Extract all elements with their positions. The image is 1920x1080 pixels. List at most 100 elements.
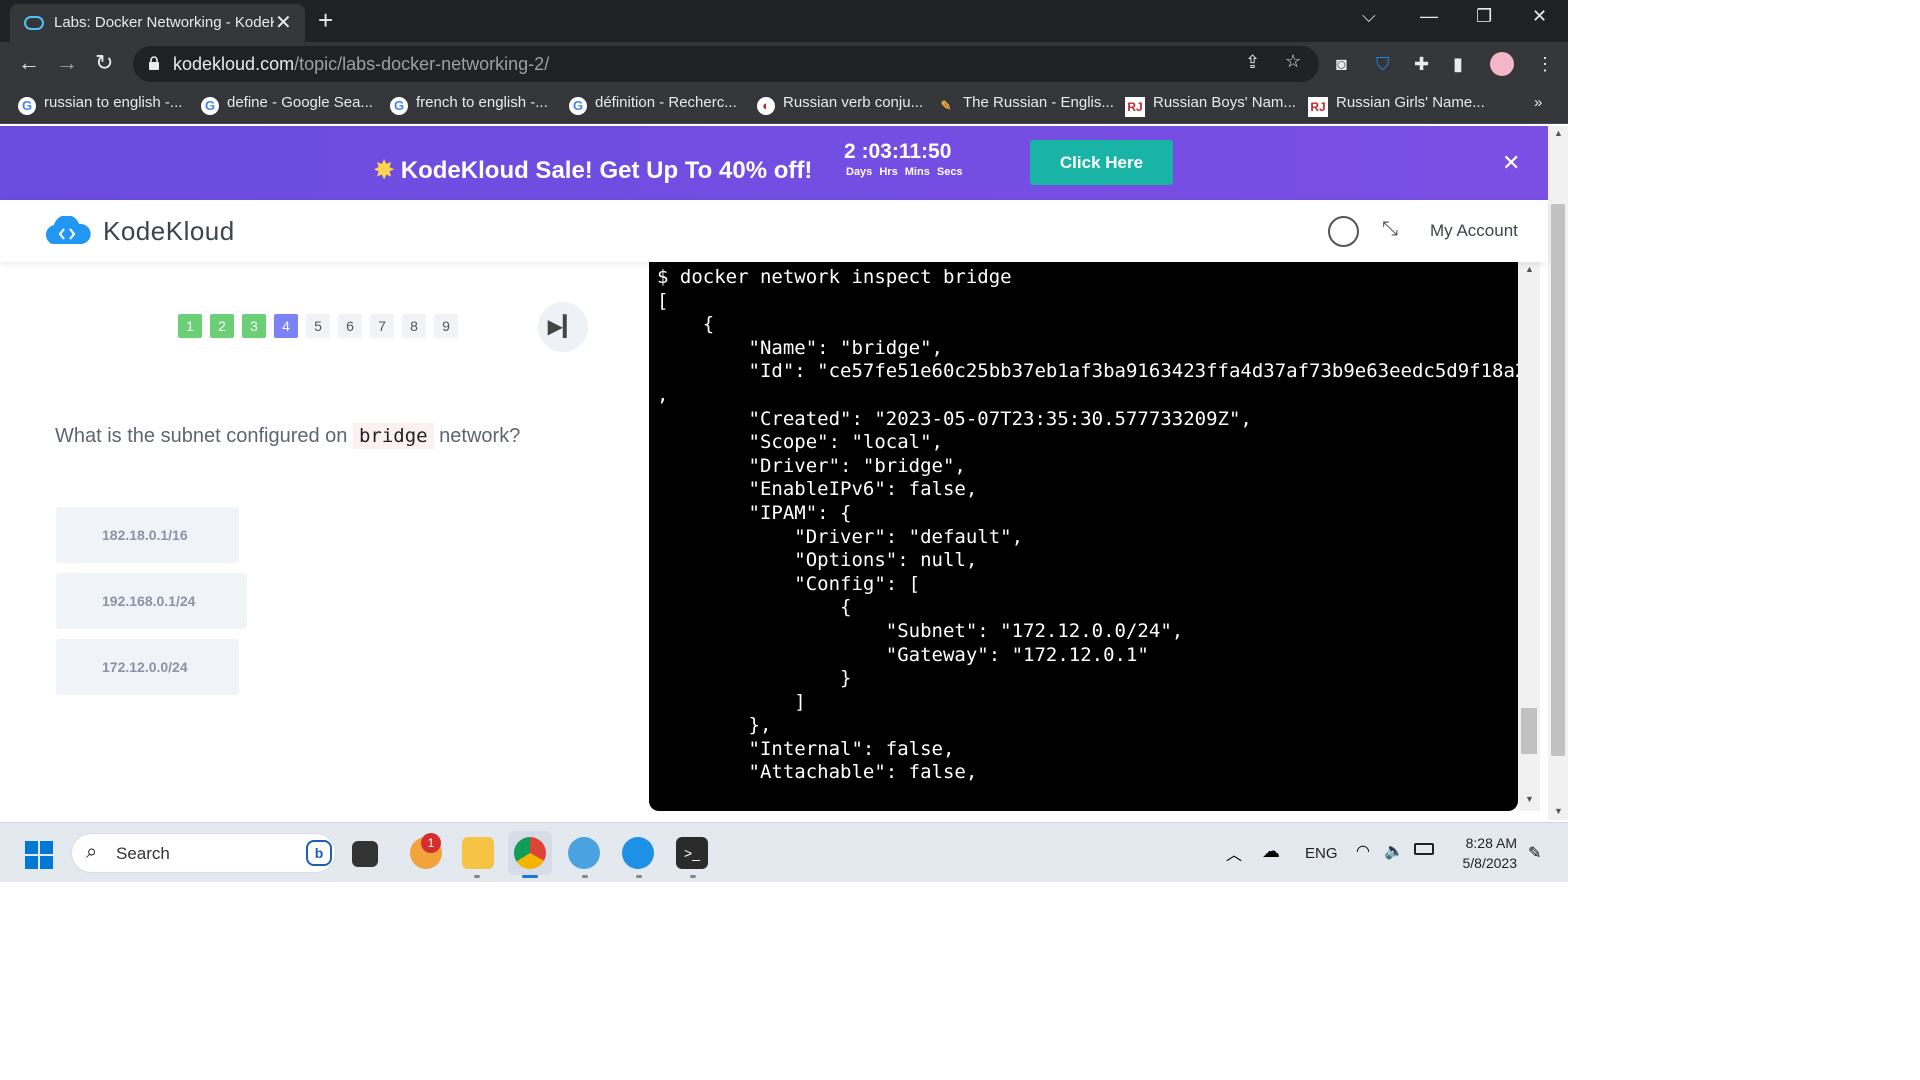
- url-bar[interactable]: kodekloud.com/topic/labs-docker-networki…: [133, 46, 1319, 82]
- kodekloud-favicon-icon: [24, 16, 44, 30]
- question-number-7[interactable]: 7: [370, 314, 394, 338]
- answer-option[interactable]: 172.12.0.0/24: [56, 639, 239, 695]
- answer-option[interactable]: 182.18.0.1/16: [56, 507, 239, 563]
- dark-mode-toggle-icon[interactable]: [1328, 216, 1359, 247]
- google-icon: G: [201, 97, 219, 115]
- bookmark-item[interactable]: Grussian to english -...: [18, 94, 182, 115]
- terminal-line: "EnableIPv6": false,: [657, 478, 978, 501]
- volume-icon[interactable]: 🔈: [1384, 841, 1404, 861]
- shield-extension-icon[interactable]: ⛉: [1376, 54, 1390, 75]
- terminal-line: {: [657, 313, 715, 336]
- bookmark-item[interactable]: ✎ The Russian - Englis...: [937, 94, 1114, 115]
- terminal-line: $ docker network inspect bridge: [657, 266, 1012, 288]
- skip-next-icon[interactable]: ▶▎: [538, 302, 588, 352]
- question-number-1[interactable]: 1: [178, 314, 202, 338]
- profile-avatar[interactable]: [1490, 52, 1514, 76]
- windows-start-icon[interactable]: [25, 841, 53, 869]
- running-indicator: [474, 875, 480, 878]
- restore-icon[interactable]: ❐: [1476, 6, 1492, 27]
- brand-name[interactable]: KodeKloud: [103, 216, 235, 247]
- terminal-line: "Id": "ce57fe51e60c25bb37eb1af3ba9163423…: [657, 360, 1519, 383]
- banner-close-icon[interactable]: ✕: [1502, 150, 1520, 176]
- minimize-icon[interactable]: —: [1420, 6, 1438, 27]
- onedrive-cloud-icon[interactable]: ☁: [1262, 841, 1280, 862]
- terminal-icon[interactable]: >_: [676, 837, 708, 869]
- taskbar-search[interactable]: ⌕ Search b: [71, 833, 336, 873]
- tab-title: Labs: Docker Networking - KodeKloud: [54, 14, 274, 31]
- new-tab-icon[interactable]: +: [318, 5, 333, 36]
- sparkle-icon: ✸: [374, 157, 395, 184]
- terminal[interactable]: $ docker network inspect bridge[ { "Name…: [649, 262, 1518, 811]
- extensions-puzzle-icon[interactable]: ✚: [1414, 54, 1429, 75]
- kodekloud-logo-icon[interactable]: [42, 216, 92, 246]
- bookmark-item[interactable]: Gfrench to english -...: [390, 94, 548, 115]
- browser-tab[interactable]: Labs: Docker Networking - KodeKloud ✕: [10, 4, 305, 42]
- page-scroll-thumb[interactable]: [1551, 204, 1565, 756]
- battery-icon[interactable]: [1414, 843, 1434, 855]
- terminal-line: {: [657, 596, 852, 619]
- rj-icon: RJ: [1308, 97, 1328, 117]
- click-here-button[interactable]: Click Here: [1030, 140, 1173, 185]
- task-view-icon[interactable]: [352, 841, 378, 867]
- quiz-panel: 123456789 ▶▎ What is the subnet configur…: [0, 262, 612, 812]
- question-number-8[interactable]: 8: [402, 314, 426, 338]
- paint-icon[interactable]: [568, 837, 600, 869]
- question-number-6[interactable]: 6: [338, 314, 362, 338]
- scroll-up-icon[interactable]: ▲: [1525, 264, 1534, 274]
- camera-extension-icon[interactable]: ◙: [1336, 54, 1347, 75]
- question-number-5[interactable]: 5: [306, 314, 330, 338]
- terminal-line: "Gateway": "172.12.0.1": [657, 643, 1149, 666]
- terminal-line: "Driver": "default",: [657, 525, 1024, 548]
- wifi-icon[interactable]: ◠: [1356, 841, 1370, 861]
- menu-kebab-icon[interactable]: ⋮: [1536, 54, 1554, 75]
- bookmark-item[interactable]: RJ Russian Boys' Nam...: [1125, 94, 1296, 117]
- terminal-line: "Name": "bridge",: [657, 336, 943, 359]
- docker-icon[interactable]: [622, 837, 654, 869]
- scroll-down-icon[interactable]: ▼: [1525, 794, 1534, 804]
- terminal-line: "Internal": false,: [657, 737, 955, 760]
- verb-site-icon: ◐: [757, 97, 775, 115]
- tab-search-chevron-icon[interactable]: ⌵: [1362, 6, 1376, 27]
- question-number-9[interactable]: 9: [434, 314, 458, 338]
- site-header: KodeKloud ⤡ My Account: [0, 200, 1548, 262]
- close-window-icon[interactable]: ✕: [1532, 6, 1547, 27]
- question-number-3[interactable]: 3: [242, 314, 266, 338]
- question-number-4[interactable]: 4: [274, 314, 298, 338]
- bing-icon[interactable]: b: [306, 840, 332, 866]
- reload-icon[interactable]: ↻: [95, 50, 113, 76]
- bookmark-star-icon[interactable]: ☆: [1285, 51, 1301, 72]
- page-scrollbar[interactable]: ▲ ▼: [1548, 126, 1568, 820]
- answer-option[interactable]: 192.168.0.1/24: [56, 573, 247, 629]
- share-icon[interactable]: ⇪: [1245, 52, 1260, 73]
- running-indicator: [582, 875, 588, 878]
- my-account-link[interactable]: My Account: [1430, 221, 1518, 241]
- countdown-timer: 2 :03:11:50: [844, 140, 952, 163]
- scroll-up-icon[interactable]: ▲: [1554, 128, 1563, 138]
- question-text: What is the subnet configured on bridge …: [55, 423, 521, 449]
- back-arrow-icon[interactable]: ←: [18, 50, 40, 76]
- tray-chevron-up-icon[interactable]: ︿: [1226, 841, 1242, 865]
- bookmark-item[interactable]: RJ Russian Girls' Name...: [1308, 94, 1485, 117]
- notifications-icon[interactable]: ✎: [1528, 843, 1541, 863]
- terminal-line: ,: [657, 383, 669, 406]
- scroll-down-icon[interactable]: ▼: [1554, 806, 1563, 816]
- forward-arrow-icon[interactable]: →: [56, 50, 78, 76]
- collapse-arrows-icon[interactable]: ⤡: [1382, 218, 1398, 241]
- lock-icon: [149, 56, 159, 70]
- bookmarks-overflow[interactable]: »: [1534, 94, 1542, 111]
- bookmark-item[interactable]: Gdefine - Google Sea...: [201, 94, 373, 115]
- taskbar-clock[interactable]: 8:28 AM 5/8/2023: [1455, 833, 1518, 873]
- terminal-line: }: [657, 667, 852, 690]
- terminal-line: "Scope": "local",: [657, 431, 943, 454]
- tab-close-icon[interactable]: ✕: [275, 10, 292, 35]
- side-panel-icon[interactable]: ▮: [1453, 54, 1463, 75]
- language-indicator[interactable]: ENG: [1305, 845, 1338, 862]
- terminal-line: ]: [657, 690, 806, 713]
- terminal-scroll-thumb[interactable]: [1521, 708, 1537, 754]
- file-explorer-icon[interactable]: [462, 837, 494, 869]
- question-number-2[interactable]: 2: [210, 314, 234, 338]
- terminal-scrollbar[interactable]: ▲ ▼: [1518, 262, 1540, 811]
- bookmark-item[interactable]: Gdéfinition - Recherc...: [569, 94, 737, 115]
- chrome-icon[interactable]: [514, 837, 546, 869]
- bookmark-item[interactable]: ◐ Russian verb conju...: [757, 94, 923, 115]
